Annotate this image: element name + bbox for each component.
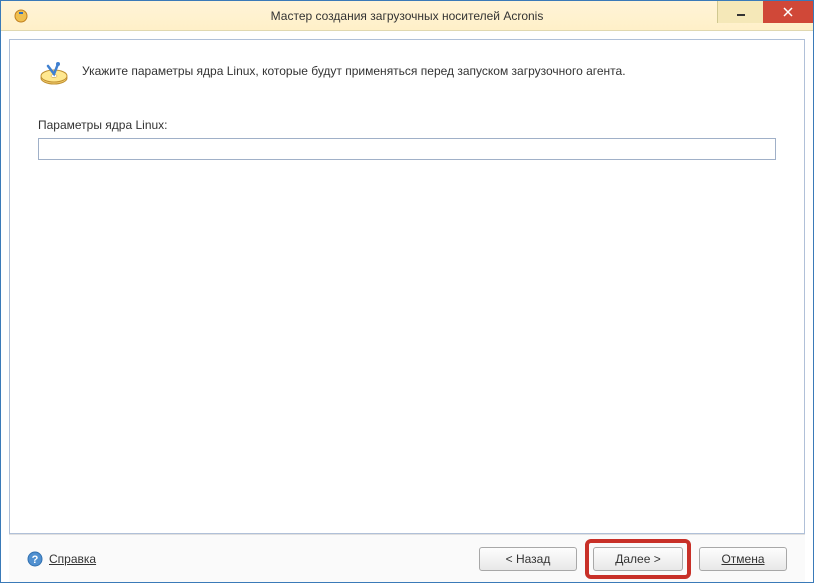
- close-icon: [783, 7, 793, 17]
- app-icon: [13, 8, 29, 24]
- titlebar: Мастер создания загрузочных носителей Ac…: [1, 1, 813, 31]
- help-label: Справка: [49, 552, 96, 566]
- kernel-params-label: Параметры ядра Linux:: [38, 118, 776, 132]
- kernel-params-input[interactable]: [38, 138, 776, 160]
- content-outer: Укажите параметры ядра Linux, которые бу…: [1, 31, 813, 582]
- close-button[interactable]: [763, 1, 813, 23]
- svg-text:?: ?: [32, 554, 39, 566]
- minimize-button[interactable]: [717, 1, 763, 23]
- window-controls: [717, 1, 813, 23]
- minimize-icon: [736, 7, 746, 17]
- back-button[interactable]: < Назад: [479, 547, 577, 571]
- help-icon: ?: [27, 551, 43, 567]
- bottom-bar: ? Справка < Назад Далее > Отмена: [9, 534, 805, 582]
- form-section: Параметры ядра Linux:: [10, 100, 804, 178]
- next-button[interactable]: Далее >: [593, 547, 683, 571]
- header-section: Укажите параметры ядра Linux, которые бу…: [10, 40, 804, 100]
- window: Мастер создания загрузочных носителей Ac…: [0, 0, 814, 583]
- button-group: < Назад Далее > Отмена: [479, 539, 787, 579]
- window-title: Мастер создания загрузочных носителей Ac…: [271, 9, 544, 23]
- help-link[interactable]: ? Справка: [27, 551, 96, 567]
- instruction-text: Укажите параметры ядра Linux, которые бу…: [82, 58, 626, 78]
- disc-icon: [38, 58, 70, 90]
- cancel-button[interactable]: Отмена: [699, 547, 787, 571]
- next-highlight: Далее >: [585, 539, 691, 579]
- content-panel: Укажите параметры ядра Linux, которые бу…: [9, 39, 805, 534]
